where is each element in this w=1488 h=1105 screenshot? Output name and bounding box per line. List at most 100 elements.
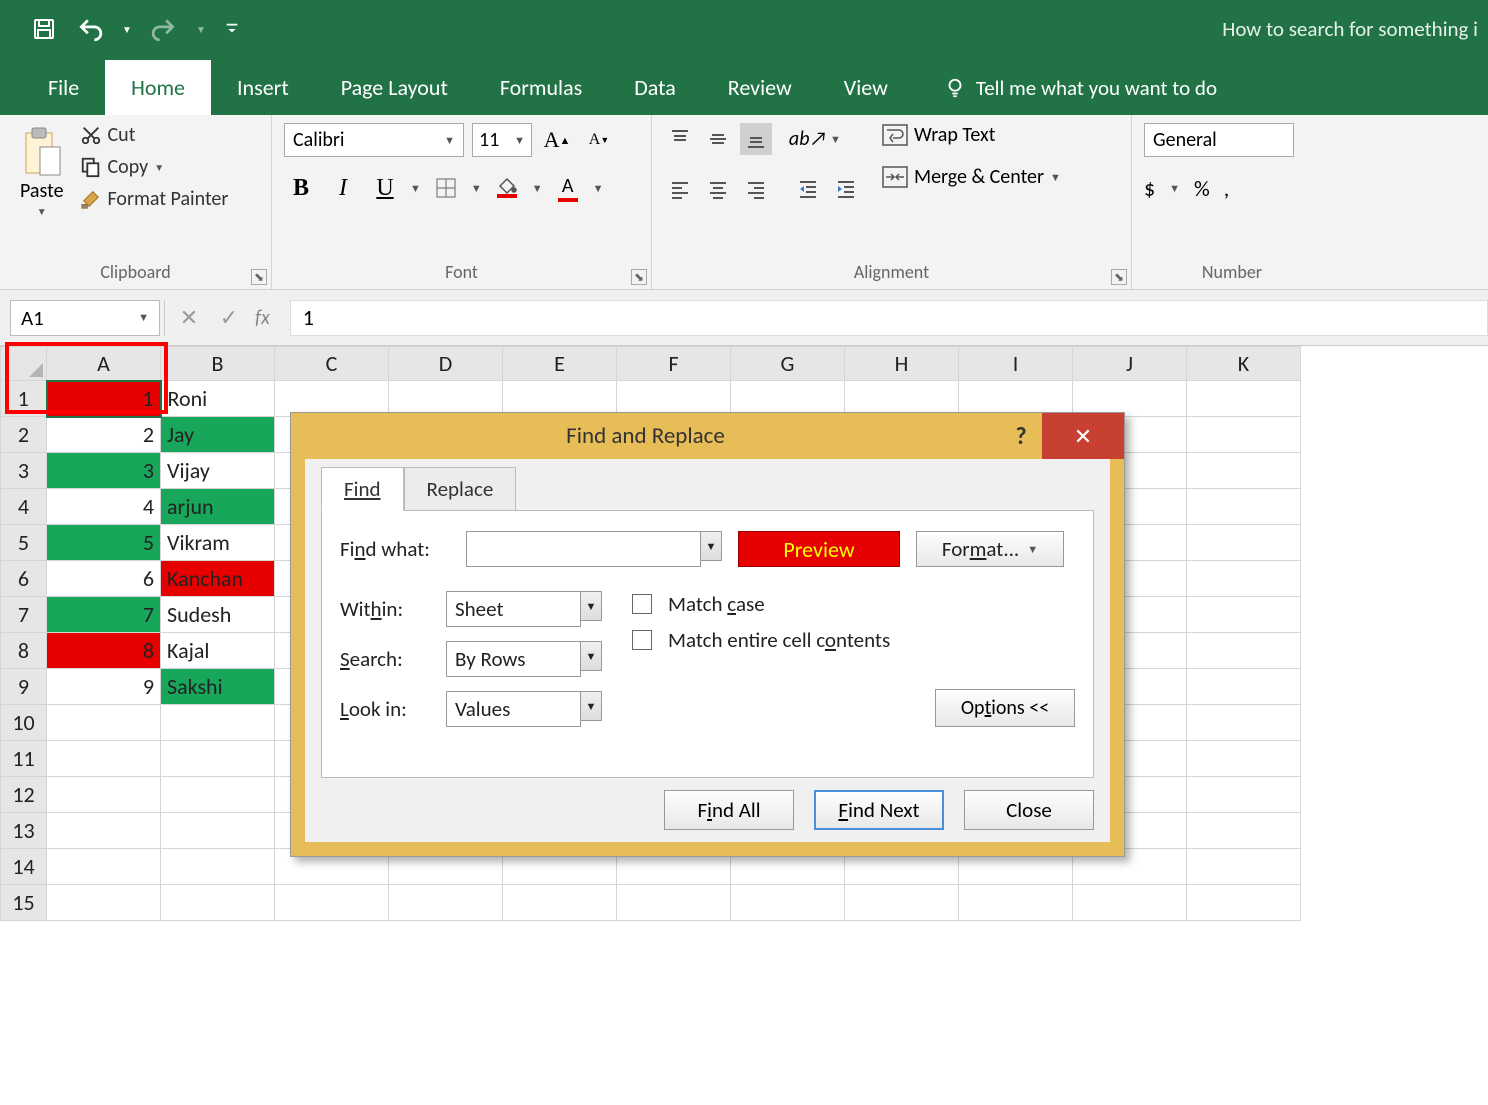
tab-review[interactable]: Review <box>702 60 818 115</box>
qat-customize-icon[interactable] <box>224 15 240 43</box>
cell-K8[interactable] <box>1187 633 1301 669</box>
column-header-E[interactable]: E <box>503 347 617 381</box>
search-dropdown-icon[interactable]: ▼ <box>580 641 602 671</box>
bold-button[interactable]: B <box>284 171 318 205</box>
font-color-button[interactable]: A <box>551 171 585 205</box>
find-next-button[interactable]: Find Next <box>814 790 944 830</box>
cell-G15[interactable] <box>731 885 845 921</box>
row-header-14[interactable]: 14 <box>1 849 47 885</box>
dialog-help-button[interactable]: ? <box>1000 422 1042 451</box>
copy-dropdown-icon[interactable]: ▼ <box>154 161 164 174</box>
column-header-D[interactable]: D <box>389 347 503 381</box>
cell-J15[interactable] <box>1073 885 1187 921</box>
column-header-J[interactable]: J <box>1073 347 1187 381</box>
select-all-corner[interactable] <box>1 347 47 381</box>
column-header-A[interactable]: A <box>47 347 161 381</box>
cell-B1[interactable]: Roni <box>161 381 275 417</box>
cell-D15[interactable] <box>389 885 503 921</box>
name-box[interactable]: A1▼ <box>10 300 160 336</box>
merge-dropdown-icon[interactable]: ▼ <box>1050 171 1061 184</box>
tab-data[interactable]: Data <box>608 60 702 115</box>
find-what-input[interactable] <box>466 531 701 567</box>
cell-B13[interactable] <box>161 813 275 849</box>
cell-A11[interactable] <box>47 741 161 777</box>
within-dropdown-icon[interactable]: ▼ <box>580 591 602 621</box>
align-left-button[interactable] <box>664 173 696 205</box>
cell-B10[interactable] <box>161 705 275 741</box>
options-button[interactable]: Options << <box>935 689 1075 727</box>
cell-F15[interactable] <box>617 885 731 921</box>
column-header-I[interactable]: I <box>959 347 1073 381</box>
name-box-dropdown-icon[interactable]: ▼ <box>138 311 149 324</box>
cell-A6[interactable]: 6 <box>47 561 161 597</box>
align-right-button[interactable] <box>740 173 772 205</box>
row-header-12[interactable]: 12 <box>1 777 47 813</box>
replace-tab[interactable]: Replace <box>404 467 517 511</box>
cell-A3[interactable]: 3 <box>47 453 161 489</box>
row-header-5[interactable]: 5 <box>1 525 47 561</box>
accounting-format-button[interactable]: $ <box>1144 175 1155 202</box>
align-top-button[interactable] <box>664 123 696 155</box>
cell-A10[interactable] <box>47 705 161 741</box>
fontcolor-dropdown-icon[interactable]: ▼ <box>593 182 604 195</box>
row-header-7[interactable]: 7 <box>1 597 47 633</box>
tab-insert[interactable]: Insert <box>211 60 315 115</box>
cell-B11[interactable] <box>161 741 275 777</box>
formula-input[interactable]: 1 <box>290 300 1488 336</box>
undo-icon[interactable] <box>76 15 104 43</box>
align-bottom-button[interactable] <box>740 123 772 155</box>
column-header-K[interactable]: K <box>1187 347 1301 381</box>
cell-C15[interactable] <box>275 885 389 921</box>
cell-K7[interactable] <box>1187 597 1301 633</box>
cell-B12[interactable] <box>161 777 275 813</box>
tell-me-search[interactable]: Tell me what you want to do <box>944 75 1217 115</box>
tab-home[interactable]: Home <box>105 60 211 115</box>
cell-K15[interactable] <box>1187 885 1301 921</box>
format-button[interactable]: Format...▼ <box>916 531 1064 567</box>
decrease-font-button[interactable]: A▼ <box>582 123 616 157</box>
cell-E15[interactable] <box>503 885 617 921</box>
cell-H15[interactable] <box>845 885 959 921</box>
row-header-15[interactable]: 15 <box>1 885 47 921</box>
font-name-combo[interactable]: Calibri▼ <box>284 123 464 157</box>
cell-B7[interactable]: Sudesh <box>161 597 275 633</box>
cell-K3[interactable] <box>1187 453 1301 489</box>
cell-B2[interactable]: Jay <box>161 417 275 453</box>
cell-A5[interactable]: 5 <box>47 525 161 561</box>
cell-B14[interactable] <box>161 849 275 885</box>
cancel-formula-button[interactable]: ✕ <box>169 304 209 331</box>
row-header-13[interactable]: 13 <box>1 813 47 849</box>
tab-page-layout[interactable]: Page Layout <box>315 60 474 115</box>
increase-font-button[interactable]: A▲ <box>540 123 574 157</box>
cell-K5[interactable] <box>1187 525 1301 561</box>
redo-icon[interactable] <box>150 15 178 43</box>
cell-B3[interactable]: Vijay <box>161 453 275 489</box>
undo-dropdown-icon[interactable]: ▼ <box>122 15 132 43</box>
match-entire-checkbox[interactable] <box>632 630 652 650</box>
dialog-close-button[interactable]: ✕ <box>1042 413 1124 459</box>
within-combo[interactable]: Sheet <box>446 591 581 627</box>
accounting-dropdown-icon[interactable]: ▼ <box>1169 182 1180 195</box>
cell-B6[interactable]: Kanchan <box>161 561 275 597</box>
number-format-combo[interactable]: General <box>1144 123 1294 157</box>
decrease-indent-button[interactable] <box>792 173 824 205</box>
cell-K13[interactable] <box>1187 813 1301 849</box>
borders-dropdown-icon[interactable]: ▼ <box>471 182 482 195</box>
font-size-combo[interactable]: 11▼ <box>472 123 532 157</box>
column-header-H[interactable]: H <box>845 347 959 381</box>
cell-A2[interactable]: 2 <box>47 417 161 453</box>
close-button[interactable]: Close <box>964 790 1094 830</box>
row-header-6[interactable]: 6 <box>1 561 47 597</box>
cell-A8[interactable]: 8 <box>47 633 161 669</box>
cell-A15[interactable] <box>47 885 161 921</box>
cell-B4[interactable]: arjun <box>161 489 275 525</box>
paste-button[interactable]: Paste ▼ <box>12 123 72 222</box>
cell-A7[interactable]: 7 <box>47 597 161 633</box>
find-tab[interactable]: Find <box>321 467 404 511</box>
format-painter-button[interactable]: Format Painter <box>80 187 229 211</box>
column-header-B[interactable]: B <box>161 347 275 381</box>
cell-B8[interactable]: Kajal <box>161 633 275 669</box>
cell-B5[interactable]: Vikram <box>161 525 275 561</box>
cell-A14[interactable] <box>47 849 161 885</box>
lookin-dropdown-icon[interactable]: ▼ <box>580 691 602 721</box>
